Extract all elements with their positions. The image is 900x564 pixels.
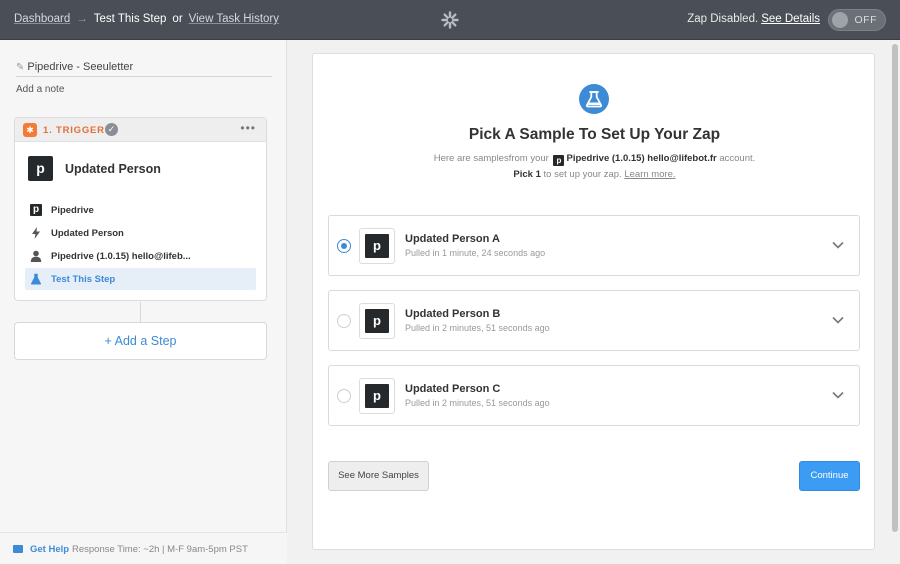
- continue-button[interactable]: Continue: [799, 461, 860, 491]
- trigger-label: 1. TRIGGER: [43, 125, 105, 136]
- sample-item[interactable]: p Updated Person C Pulled in 2 minutes, …: [328, 365, 860, 426]
- add-step-button[interactable]: + Add a Step: [14, 322, 267, 360]
- page-title: Pick A Sample To Set Up Your Zap: [468, 126, 721, 143]
- chevron-down-icon[interactable]: [831, 388, 845, 402]
- subtitle-suffix: account.: [719, 153, 756, 164]
- trigger-row-label: Pipedrive: [51, 205, 94, 216]
- toggle-label: OFF: [854, 14, 877, 26]
- breadcrumb-or: or: [172, 13, 183, 25]
- trigger-row-label: Updated Person: [51, 228, 124, 239]
- pipedrive-app-icon: p: [28, 156, 53, 181]
- sample-meta: Pulled in 2 minutes, 51 seconds ago: [405, 323, 550, 333]
- page-subtitle: Here are samplesfrom your p Pipedrive (1.…: [313, 151, 876, 183]
- breadcrumb: Dashboard → Test This Step or View Task Hist…: [14, 13, 279, 25]
- trigger-header[interactable]: ✱ 1. TRIGGER ✓ •••: [15, 118, 266, 142]
- sample-radio[interactable]: [337, 314, 351, 328]
- trigger-row-label: Test This Step: [51, 274, 116, 285]
- zap-status-text: Zap Disabled.: [687, 13, 759, 25]
- pipedrive-icon: p: [30, 204, 42, 216]
- trigger-row-test[interactable]: Test This Step: [25, 268, 256, 290]
- zap-name-field[interactable]: ✎ Pipedrive - Seeuletter: [16, 61, 272, 77]
- sample-item[interactable]: p Updated Person A Pulled in 1 minute, 2…: [328, 215, 860, 276]
- add-note-link[interactable]: Add a note: [16, 84, 64, 95]
- flask-icon: [579, 84, 609, 114]
- trigger-row-app[interactable]: p Pipedrive: [25, 199, 256, 221]
- help-bar: Get Help Response Time: ~2h | M-F 9am-5p…: [0, 532, 287, 564]
- pipedrive-icon: p: [359, 228, 395, 264]
- pipedrive-glyph: p: [365, 234, 389, 258]
- top-bar: Dashboard → Test This Step or View Task Hist…: [0, 0, 900, 40]
- sample-radio[interactable]: [337, 239, 351, 253]
- sample-picker-card: Pick A Sample To Set Up Your Zap Here ar…: [312, 53, 875, 550]
- trigger-row-account[interactable]: Pipedrive (1.0.15) hello@lifeb...: [25, 245, 256, 267]
- breadcrumb-current: Test This Step: [93, 13, 167, 25]
- sample-name: Updated Person A: [405, 233, 500, 245]
- zapier-logo-icon[interactable]: [441, 11, 459, 29]
- pick-count: Pick 1: [513, 169, 541, 180]
- see-more-samples-button[interactable]: See More Samples: [328, 461, 429, 491]
- pipedrive-glyph: p: [365, 309, 389, 333]
- pipedrive-icon: p: [553, 155, 565, 166]
- response-time: Response Time: ~2h | M-F 9am-5pm PST: [72, 544, 248, 555]
- trigger-row-label: Pipedrive (1.0.15) hello@lifeb...: [51, 251, 191, 262]
- toggle-knob: [832, 12, 848, 28]
- see-details-link[interactable]: See Details: [761, 13, 820, 25]
- sample-meta: Pulled in 2 minutes, 51 seconds ago: [405, 398, 550, 408]
- main-panel: Pick A Sample To Set Up Your Zap Here ar…: [288, 40, 900, 564]
- zap-name: Pipedrive - Seeuletter: [27, 61, 134, 73]
- pick-suffix: to set up your zap.: [543, 169, 622, 180]
- sample-name: Updated Person C: [405, 383, 501, 395]
- dashboard-link[interactable]: Dashboard: [14, 13, 70, 25]
- account-name: Pipedrive (1.0.15) hello@lifebot.fr: [566, 153, 717, 164]
- pipedrive-glyph: p: [365, 384, 389, 408]
- chevron-down-icon[interactable]: [831, 238, 845, 252]
- step-connector: [140, 302, 141, 322]
- sample-item[interactable]: p Updated Person B Pulled in 2 minutes, …: [328, 290, 860, 351]
- pipedrive-icon: p: [359, 303, 395, 339]
- sample-meta: Pulled in 1 minute, 24 seconds ago: [405, 248, 546, 258]
- flask-icon: [30, 273, 42, 285]
- trigger-card: ✱ 1. TRIGGER ✓ ••• p Updated Person p Pi…: [14, 117, 267, 301]
- check-icon: ✓: [105, 123, 118, 136]
- scrollbar[interactable]: [892, 44, 898, 532]
- sample-name: Updated Person B: [405, 308, 501, 320]
- sidebar: ✎ Pipedrive - Seeuletter Add a note ✱ 1. …: [0, 40, 287, 564]
- sample-radio[interactable]: [337, 389, 351, 403]
- learn-more-link[interactable]: Learn more.: [624, 169, 675, 180]
- zap-status: Zap Disabled. See Details: [687, 13, 820, 25]
- chevron-down-icon[interactable]: [831, 313, 845, 327]
- trigger-app-title: Updated Person: [65, 162, 161, 176]
- get-help-link[interactable]: Get Help: [30, 544, 69, 555]
- chat-icon: [13, 545, 23, 553]
- more-options-icon[interactable]: •••: [240, 121, 256, 135]
- subtitle-prefix: Here are samplesfrom your: [433, 153, 549, 164]
- trigger-row-event[interactable]: Updated Person: [25, 222, 256, 244]
- bolt-icon: [30, 227, 42, 239]
- view-task-history-link[interactable]: View Task History: [189, 13, 279, 25]
- trigger-icon: ✱: [23, 123, 37, 137]
- pencil-icon: ✎: [16, 62, 25, 73]
- breadcrumb-arrow: →: [76, 13, 88, 25]
- user-icon: [30, 250, 42, 262]
- pipedrive-icon: p: [359, 378, 395, 414]
- zap-toggle[interactable]: OFF: [828, 9, 886, 31]
